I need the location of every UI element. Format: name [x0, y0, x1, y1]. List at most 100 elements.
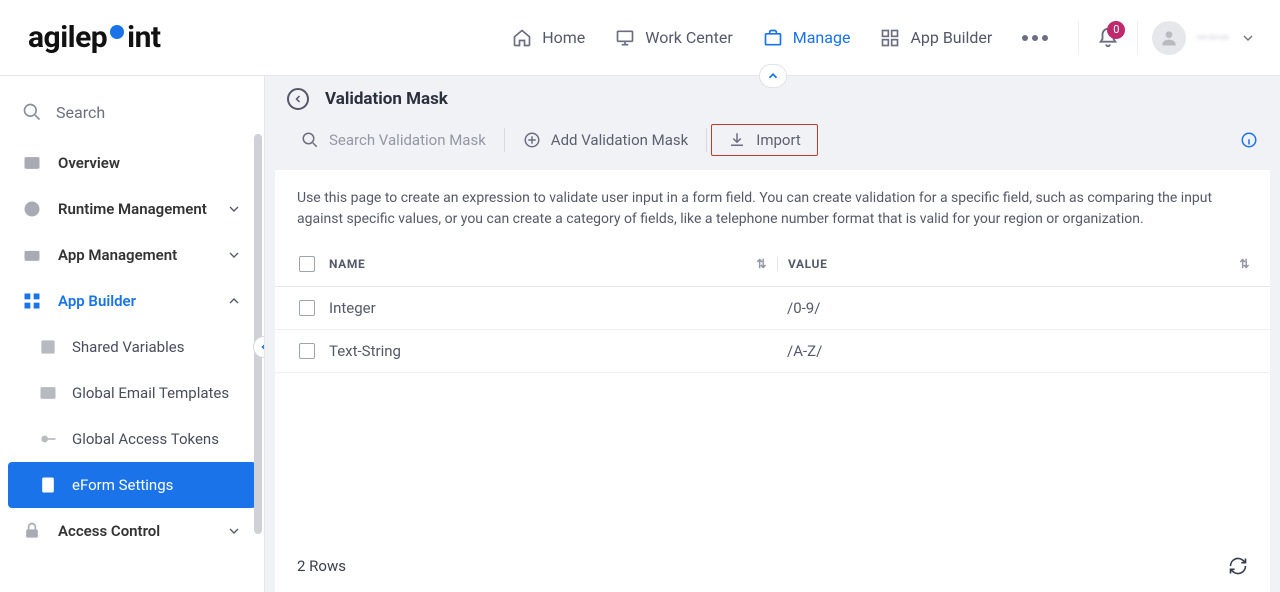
info-button[interactable]: [1240, 131, 1258, 149]
nav-item-home[interactable]: Home: [512, 28, 585, 48]
sidebar-sublabel-tokens: Global Access Tokens: [72, 430, 219, 448]
sidebar-sublabel-eform: eForm Settings: [72, 476, 173, 494]
sidebar-label-runtime: Runtime Management: [58, 200, 207, 218]
logo: agilep int: [28, 20, 161, 55]
collapse-header-button[interactable]: [759, 64, 787, 88]
user-menu[interactable]: ———: [1137, 21, 1256, 55]
nav-item-app-builder[interactable]: App Builder: [880, 28, 992, 48]
clock-icon: [22, 199, 42, 219]
chevron-up-icon: [766, 69, 780, 83]
chevron-down-icon: [226, 201, 242, 217]
notification-badge: 0: [1107, 21, 1125, 39]
avatar: [1152, 21, 1186, 55]
plus-circle-icon: [523, 131, 541, 149]
add-label: Add Validation Mask: [551, 131, 688, 149]
lock-icon: [22, 521, 42, 541]
sidebar-subitem-global-access-tokens[interactable]: Global Access Tokens: [8, 416, 256, 462]
nav-label-manage: Manage: [793, 28, 851, 47]
toolbox-icon: [22, 245, 42, 265]
divider: [504, 128, 505, 152]
cell-name: Integer: [329, 299, 376, 317]
refresh-button[interactable]: [1228, 556, 1248, 576]
table-row[interactable]: Text-String /A-Z/: [275, 330, 1270, 373]
chevron-left-icon: [258, 341, 265, 353]
divider: [706, 128, 707, 152]
top-nav: Home Work Center Manage App Builder: [512, 28, 1048, 48]
main: Validation Mask Search Validation Mask A…: [265, 76, 1280, 592]
home-icon: [512, 28, 532, 48]
more-menu-button[interactable]: [1022, 35, 1048, 41]
select-all-checkbox[interactable]: [299, 256, 315, 272]
row-count-label: 2 Rows: [297, 557, 346, 575]
sidebar-label-overview: Overview: [58, 154, 120, 172]
sidebar-search[interactable]: Search: [8, 94, 256, 140]
sidebar-item-app-management[interactable]: App Management: [8, 232, 256, 278]
briefcase-icon: [763, 28, 783, 48]
key-icon: [38, 429, 58, 449]
clipboard-icon: [38, 475, 58, 495]
grid-icon: [880, 28, 900, 48]
chevron-up-icon: [226, 293, 242, 309]
import-label: Import: [756, 131, 801, 149]
nav-item-work-center[interactable]: Work Center: [615, 28, 732, 48]
sidebar-scrollbar-thumb[interactable]: [254, 134, 262, 534]
cell-name: Text-String: [329, 342, 401, 360]
table-header: NAME ⇅ VALUE ⇅: [275, 242, 1270, 287]
nav-label-work-center: Work Center: [645, 28, 732, 47]
table-footer: 2 Rows: [275, 540, 1270, 592]
import-button[interactable]: Import: [711, 124, 818, 156]
column-header-value[interactable]: VALUE: [788, 257, 827, 271]
sidebar-subitem-eform-settings[interactable]: eForm Settings: [8, 462, 256, 508]
cell-value: /0-9/: [787, 299, 820, 317]
header-right: 0 ———: [1078, 21, 1256, 55]
info-icon: [1240, 131, 1258, 149]
nav-item-manage[interactable]: Manage: [763, 28, 851, 48]
sidebar-item-overview[interactable]: Overview: [8, 140, 256, 186]
chevron-down-icon: [226, 247, 242, 263]
page-description: Use this page to create an expression to…: [275, 170, 1270, 242]
refresh-icon: [1228, 556, 1248, 576]
user-name-label: ———: [1196, 30, 1230, 46]
page-title: Validation Mask: [325, 89, 448, 109]
search-validation-mask[interactable]: Search Validation Mask: [287, 125, 500, 155]
chart-icon: [22, 153, 42, 173]
sort-icon[interactable]: ⇅: [1239, 257, 1250, 271]
sidebar-label-appmgmt: App Management: [58, 246, 177, 264]
nav-label-home: Home: [542, 28, 585, 47]
sidebar-item-runtime-management[interactable]: Runtime Management: [8, 186, 256, 232]
toolbar: Search Validation Mask Add Validation Ma…: [265, 118, 1280, 170]
variable-icon: [38, 337, 58, 357]
header: agilep int Home Work Center Manage App B…: [0, 0, 1280, 76]
content-card: Use this page to create an expression to…: [275, 170, 1270, 592]
row-checkbox[interactable]: [299, 343, 315, 359]
logo-text-pre: agilep: [28, 20, 107, 55]
sidebar-subitem-global-email-templates[interactable]: Global Email Templates: [8, 370, 256, 416]
monitor-icon: [615, 28, 635, 48]
chevron-down-icon: [226, 523, 242, 539]
sidebar-label-access: Access Control: [58, 522, 160, 540]
logo-dot-icon: [110, 25, 124, 39]
sidebar-sublabel-shared-vars: Shared Variables: [72, 338, 184, 356]
mail-icon: [38, 383, 58, 403]
arrow-left-icon: [292, 93, 304, 105]
back-button[interactable]: [287, 88, 309, 110]
add-validation-mask-button[interactable]: Add Validation Mask: [509, 125, 702, 155]
search-icon: [301, 131, 319, 149]
sidebar: Search Overview Runtime Management App M…: [0, 76, 265, 592]
nav-label-app-builder: App Builder: [910, 28, 992, 47]
table-row[interactable]: Integer /0-9/: [275, 287, 1270, 330]
sidebar-item-app-builder[interactable]: App Builder: [8, 278, 256, 324]
cell-value: /A-Z/: [787, 342, 822, 360]
sidebar-search-placeholder: Search: [56, 103, 105, 122]
search-icon: [22, 102, 42, 122]
sidebar-subitem-shared-variables[interactable]: Shared Variables: [8, 324, 256, 370]
sidebar-item-access-control[interactable]: Access Control: [8, 508, 256, 554]
notifications-button[interactable]: 0: [1097, 27, 1119, 49]
download-icon: [728, 131, 746, 149]
row-checkbox[interactable]: [299, 300, 315, 316]
sidebar-sublabel-email: Global Email Templates: [72, 384, 229, 402]
chevron-down-icon: [1240, 30, 1256, 46]
person-icon: [1159, 28, 1179, 48]
sort-icon[interactable]: ⇅: [756, 257, 767, 271]
column-header-name[interactable]: NAME: [329, 257, 365, 271]
